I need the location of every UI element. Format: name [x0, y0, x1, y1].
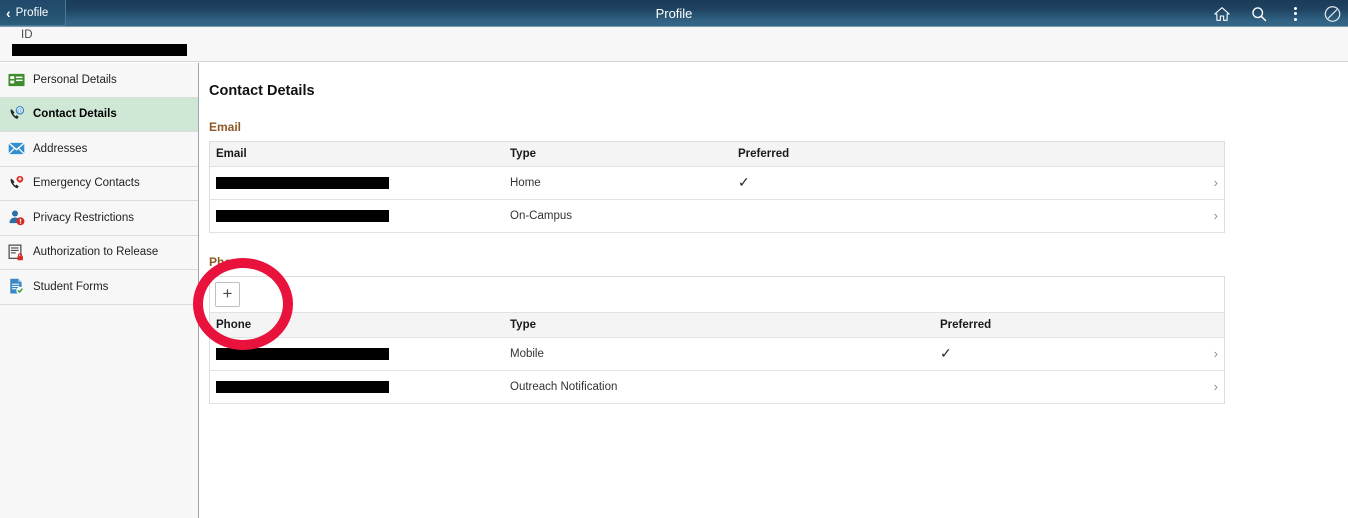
back-button[interactable]: ‹ Profile	[0, 0, 66, 26]
page-header-title: Profile	[655, 6, 693, 21]
phone-grid: + Phone Type Preferred Mobile ✓ › Outrea…	[209, 276, 1225, 404]
column-header-preferred: Preferred	[940, 319, 992, 331]
back-button-label: Profile	[15, 6, 49, 19]
email-preferred: ✓	[738, 174, 1158, 192]
sidebar-item-privacy-restrictions[interactable]: Privacy Restrictions	[0, 201, 198, 236]
phone-value-redacted	[210, 381, 510, 393]
email-section-label: Email	[209, 120, 242, 134]
id-label: ID	[21, 29, 33, 41]
chevron-left-icon: ‹	[6, 4, 11, 21]
page-title: Contact Details	[209, 83, 315, 99]
sidebar-item-addresses[interactable]: Addresses	[0, 132, 198, 167]
row-detail-arrow[interactable]: ›	[1158, 378, 1224, 396]
column-header-phone: Phone	[216, 319, 252, 331]
sidebar-item-label: Addresses	[33, 142, 88, 155]
table-row[interactable]: On-Campus ›	[210, 200, 1224, 233]
chevron-right-icon: ›	[1213, 346, 1218, 361]
phone-type: Outreach Notification	[510, 381, 618, 393]
phone-section-label: Phone	[209, 255, 246, 269]
email-type: Home	[510, 177, 541, 189]
search-icon[interactable]	[1249, 4, 1268, 23]
sidebar-nav: Personal Details @ Contact Details Addre…	[0, 63, 199, 518]
header-actions	[1212, 0, 1342, 27]
table-row[interactable]: Outreach Notification ›	[210, 371, 1224, 404]
signout-icon[interactable]	[1323, 4, 1342, 23]
person-alert-icon	[7, 209, 25, 227]
sidebar-item-label: Privacy Restrictions	[33, 211, 134, 224]
sidebar-item-label: Contact Details	[33, 108, 117, 121]
main-content: Contact Details Email Email Type Preferr…	[200, 63, 1348, 518]
sidebar-item-label: Personal Details	[33, 73, 117, 86]
row-detail-arrow[interactable]: ›	[1158, 207, 1224, 225]
chevron-right-icon: ›	[1213, 379, 1218, 394]
envelope-icon	[7, 140, 25, 158]
sidebar-item-emergency-contacts[interactable]: Emergency Contacts	[0, 167, 198, 201]
document-check-icon	[7, 278, 25, 296]
id-strip: ID	[0, 27, 1348, 62]
email-value-redacted	[210, 210, 510, 222]
sidebar-item-contact-details[interactable]: @ Contact Details	[0, 97, 198, 132]
add-phone-button[interactable]: +	[215, 282, 240, 307]
form-lock-icon	[7, 243, 25, 261]
sidebar-item-personal-details[interactable]: Personal Details	[0, 63, 198, 98]
id-card-icon	[7, 71, 25, 89]
email-grid: Email Type Preferred Home ✓ › On-Campus …	[209, 141, 1225, 233]
table-row[interactable]: Home ✓ ›	[210, 167, 1224, 200]
column-header-email: Email	[216, 148, 247, 160]
email-type: On-Campus	[510, 210, 572, 222]
chevron-right-icon: ›	[1213, 208, 1218, 223]
row-detail-arrow[interactable]: ›	[1158, 345, 1224, 363]
phone-at-icon: @	[7, 105, 25, 123]
sidebar-item-label: Authorization to Release	[33, 246, 159, 259]
check-icon: ✓	[738, 174, 750, 190]
phone-grid-toolbar: +	[210, 277, 1224, 313]
phone-alert-icon	[7, 174, 25, 192]
chevron-right-icon: ›	[1213, 175, 1218, 190]
kebab-menu-icon[interactable]	[1286, 4, 1305, 23]
app-window: Profile ‹ Profile ID Personal Details @ …	[0, 0, 1348, 518]
email-section: Email Email Type Preferred Home ✓ › On-C…	[209, 120, 1225, 233]
phone-type: Mobile	[510, 348, 544, 360]
phone-section: Phone + Phone Type Preferred Mobile ✓ › …	[209, 255, 1225, 404]
svg-text:@: @	[16, 108, 22, 114]
phone-value-redacted	[210, 348, 510, 360]
sidebar-item-student-forms[interactable]: Student Forms	[0, 270, 198, 305]
id-value-redacted	[12, 44, 187, 56]
table-row[interactable]: Mobile ✓ ›	[210, 338, 1224, 371]
sidebar-item-label: Student Forms	[33, 280, 109, 293]
phone-grid-header: Phone Type Preferred	[210, 313, 1224, 338]
top-header-bar: Profile ‹ Profile	[0, 0, 1348, 27]
phone-preferred: ✓	[940, 345, 1158, 363]
sidebar-item-label: Emergency Contacts	[33, 177, 140, 190]
check-icon: ✓	[940, 345, 952, 361]
home-icon[interactable]	[1212, 4, 1231, 23]
row-detail-arrow[interactable]: ›	[1158, 174, 1224, 192]
email-value-redacted	[210, 177, 510, 189]
column-header-preferred: Preferred	[738, 148, 790, 160]
email-grid-header: Email Type Preferred	[210, 142, 1224, 167]
column-header-type: Type	[510, 148, 536, 160]
sidebar-item-authorization-to-release[interactable]: Authorization to Release	[0, 236, 198, 270]
column-header-type: Type	[510, 319, 536, 331]
